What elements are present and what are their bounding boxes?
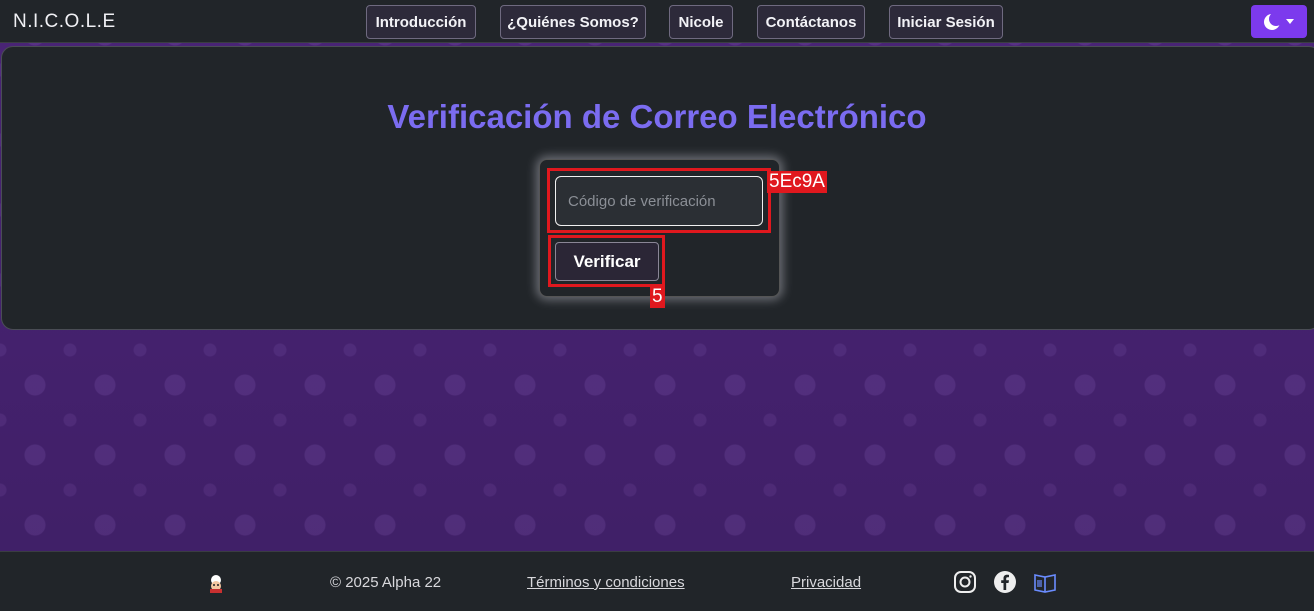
- privacy-link[interactable]: Privacidad: [791, 574, 861, 591]
- nav-quienes-somos[interactable]: ¿Quiénes Somos?: [500, 5, 646, 39]
- nav-contactanos[interactable]: Contáctanos: [757, 5, 865, 39]
- moon-icon: [1264, 11, 1283, 30]
- theme-toggle-button[interactable]: [1251, 5, 1307, 38]
- instagram-icon[interactable]: [953, 570, 977, 594]
- copyright-text: © 2025 Alpha 22: [330, 574, 442, 591]
- caret-down-icon: [1286, 19, 1294, 24]
- book-icon[interactable]: [1033, 570, 1057, 594]
- facebook-icon[interactable]: [993, 570, 1017, 594]
- nav-nicole[interactable]: Nicole: [669, 5, 733, 39]
- annotation-box-input: [547, 168, 771, 233]
- annotation-label-input: 5Ec9A: [767, 171, 827, 193]
- nav-iniciar-sesion[interactable]: Iniciar Sesión: [889, 5, 1003, 39]
- chef-logo-icon: [205, 572, 227, 594]
- terms-link[interactable]: Términos y condiciones: [527, 574, 685, 591]
- annotation-label-button: 5: [650, 286, 665, 308]
- nav-introduccion[interactable]: Introducción: [366, 5, 476, 39]
- brand-logo[interactable]: N.I.C.O.L.E: [13, 11, 116, 33]
- page-title: Verificación de Correo Electrónico: [387, 98, 927, 135]
- annotation-box-button: [548, 235, 665, 287]
- navbar: N.I.C.O.L.E Introducción ¿Quiénes Somos?…: [0, 0, 1314, 43]
